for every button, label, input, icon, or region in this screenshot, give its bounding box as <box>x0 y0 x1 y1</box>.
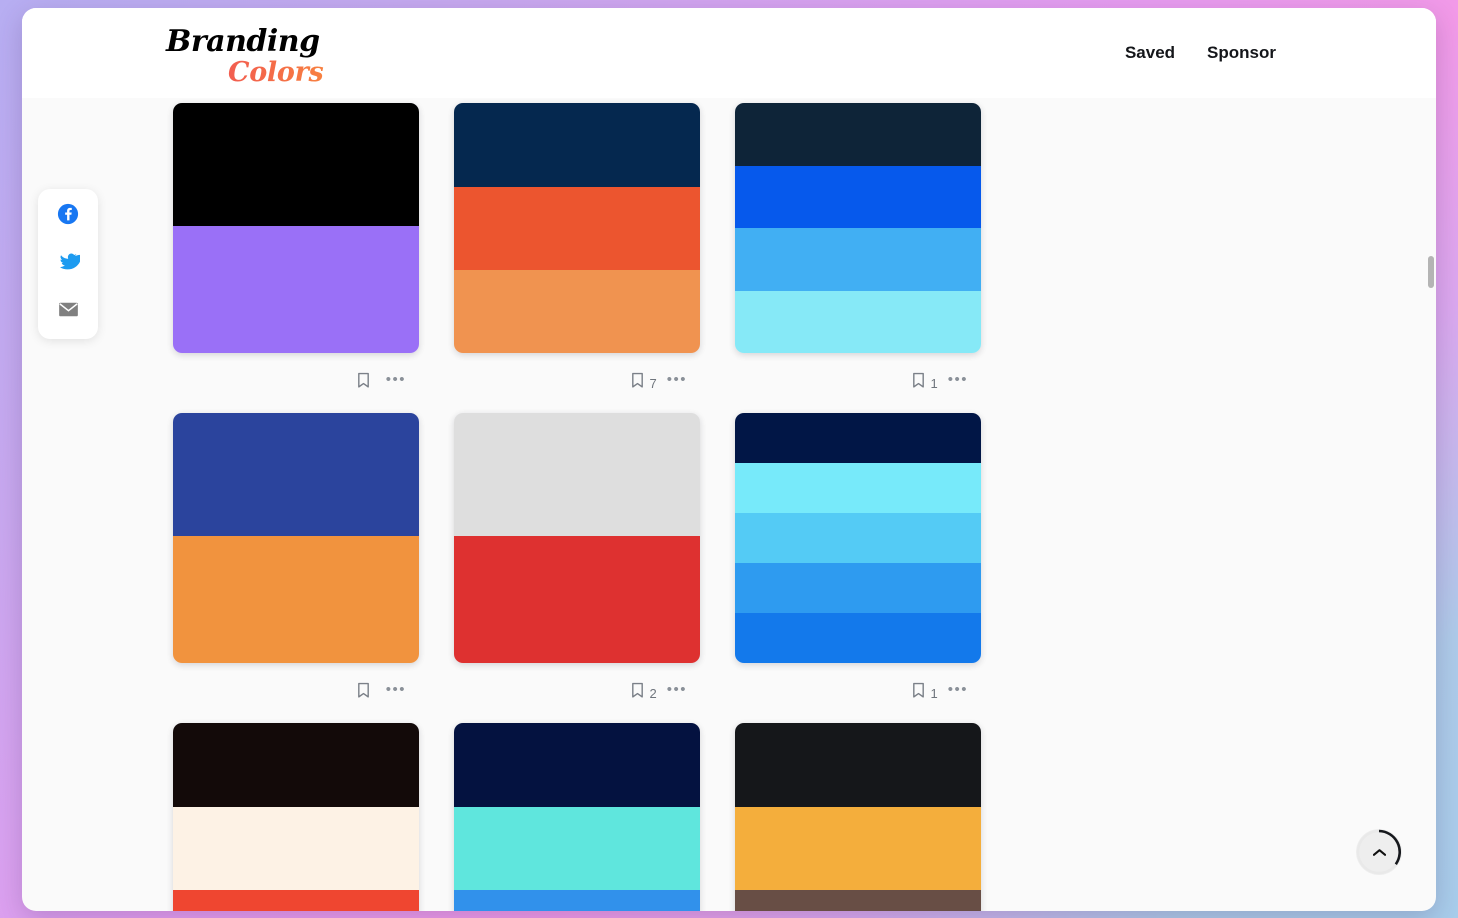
site-logo[interactable]: Branding Colors <box>166 26 346 90</box>
palette-row <box>173 723 1003 911</box>
color-band[interactable] <box>173 535 419 663</box>
color-band[interactable] <box>173 806 419 890</box>
color-band[interactable] <box>454 269 700 353</box>
palette-row: ••• 7 ••• 1 ••• <box>173 103 1003 413</box>
palette-more-menu[interactable]: ••• <box>386 372 406 391</box>
bookmark-button[interactable]: 7 <box>630 372 657 394</box>
palette-swatch-stack-5[interactable] <box>454 413 700 663</box>
palette-swatch-stack-6[interactable] <box>735 413 981 663</box>
palette-card-actions: 2 ••• <box>454 663 700 723</box>
bookmark-button[interactable] <box>356 372 376 394</box>
scroll-progress-arc <box>1356 829 1402 875</box>
color-band[interactable] <box>454 806 700 890</box>
color-band[interactable] <box>735 889 981 911</box>
bookmark-icon <box>630 682 645 704</box>
color-band[interactable] <box>735 806 981 890</box>
bookmark-count: 1 <box>930 375 938 391</box>
vertical-scrollbar-thumb[interactable] <box>1428 256 1434 288</box>
palette-card[interactable]: 1 ••• <box>735 413 981 723</box>
palette-card[interactable]: 2 ••• <box>454 413 700 723</box>
bookmark-icon <box>630 372 645 394</box>
email-icon <box>58 301 79 323</box>
palette-swatch-stack-4[interactable] <box>173 413 419 663</box>
color-band[interactable] <box>735 290 981 353</box>
palette-more-menu[interactable]: ••• <box>386 682 406 701</box>
palette-swatch-stack-3[interactable] <box>735 103 981 353</box>
palette-card[interactable]: ••• <box>173 103 419 413</box>
palette-card-actions: 7 ••• <box>454 353 700 413</box>
color-band[interactable] <box>454 186 700 270</box>
site-header: Branding Colors Saved Sponsor <box>22 8 1436 98</box>
palette-swatch-stack-1[interactable] <box>173 103 419 353</box>
color-band[interactable] <box>173 413 419 536</box>
scroll-to-top-button[interactable] <box>1356 829 1402 875</box>
twitter-icon <box>57 251 81 278</box>
logo-line-colors: Colors <box>166 58 346 88</box>
color-band[interactable] <box>454 889 700 911</box>
color-band[interactable] <box>454 535 700 663</box>
logo-line-branding: Branding <box>166 24 320 59</box>
bookmark-count: 2 <box>649 685 657 701</box>
color-band[interactable] <box>735 613 981 663</box>
color-band[interactable] <box>735 413 981 463</box>
facebook-icon <box>57 203 79 230</box>
color-band[interactable] <box>173 723 419 807</box>
bookmark-button[interactable] <box>356 682 376 704</box>
color-band[interactable] <box>173 225 419 353</box>
palette-card-actions: ••• <box>173 663 419 723</box>
share-facebook-button[interactable] <box>55 203 81 229</box>
palette-swatch-stack-2[interactable] <box>454 103 700 353</box>
palette-more-menu[interactable]: ••• <box>948 372 968 391</box>
palette-card-actions: 1 ••• <box>735 663 981 723</box>
bookmark-icon <box>356 682 371 704</box>
vertical-scrollbar-track[interactable] <box>1426 8 1436 911</box>
color-band[interactable] <box>735 563 981 613</box>
palette-swatch-stack-7[interactable] <box>173 723 419 911</box>
color-band[interactable] <box>735 228 981 291</box>
color-band[interactable] <box>173 889 419 911</box>
color-band[interactable] <box>735 723 981 807</box>
color-band[interactable] <box>454 103 700 187</box>
browser-window: Branding Colors Saved Sponsor ••• 7 ••• … <box>22 8 1436 911</box>
color-band[interactable] <box>454 723 700 807</box>
color-band[interactable] <box>735 463 981 513</box>
bookmark-icon <box>911 682 926 704</box>
bookmark-button[interactable]: 2 <box>630 682 657 704</box>
bookmark-count: 1 <box>930 685 938 701</box>
share-twitter-button[interactable] <box>55 251 81 277</box>
palette-swatch-stack-8[interactable] <box>454 723 700 911</box>
color-band[interactable] <box>735 165 981 228</box>
social-share-rail <box>38 189 98 339</box>
palette-row: ••• 2 ••• 1 ••• <box>173 413 1003 723</box>
bookmark-icon <box>356 372 371 394</box>
palette-card[interactable]: 7 ••• <box>454 103 700 413</box>
color-band[interactable] <box>735 513 981 563</box>
palette-more-menu[interactable]: ••• <box>948 682 968 701</box>
color-band[interactable] <box>735 103 981 166</box>
palette-grid: ••• 7 ••• 1 ••• ••• 2 ••• 1 ••• <box>173 98 1003 911</box>
main-nav: Saved Sponsor <box>1125 8 1276 98</box>
palette-swatch-stack-9[interactable] <box>735 723 981 911</box>
palette-card-actions: ••• <box>173 353 419 413</box>
palette-more-menu[interactable]: ••• <box>667 372 687 391</box>
nav-item-saved[interactable]: Saved <box>1125 43 1175 63</box>
bookmark-icon <box>911 372 926 394</box>
color-band[interactable] <box>173 103 419 226</box>
palette-card[interactable] <box>735 723 981 911</box>
bookmark-button[interactable]: 1 <box>911 682 938 704</box>
palette-card-actions: 1 ••• <box>735 353 981 413</box>
bookmark-count: 7 <box>649 375 657 391</box>
bookmark-button[interactable]: 1 <box>911 372 938 394</box>
share-email-button[interactable] <box>55 299 81 325</box>
palette-card[interactable]: ••• <box>173 413 419 723</box>
palette-more-menu[interactable]: ••• <box>667 682 687 701</box>
palette-card[interactable] <box>454 723 700 911</box>
nav-item-sponsor[interactable]: Sponsor <box>1207 43 1276 63</box>
palette-card[interactable] <box>173 723 419 911</box>
palette-card[interactable]: 1 ••• <box>735 103 981 413</box>
color-band[interactable] <box>454 413 700 536</box>
